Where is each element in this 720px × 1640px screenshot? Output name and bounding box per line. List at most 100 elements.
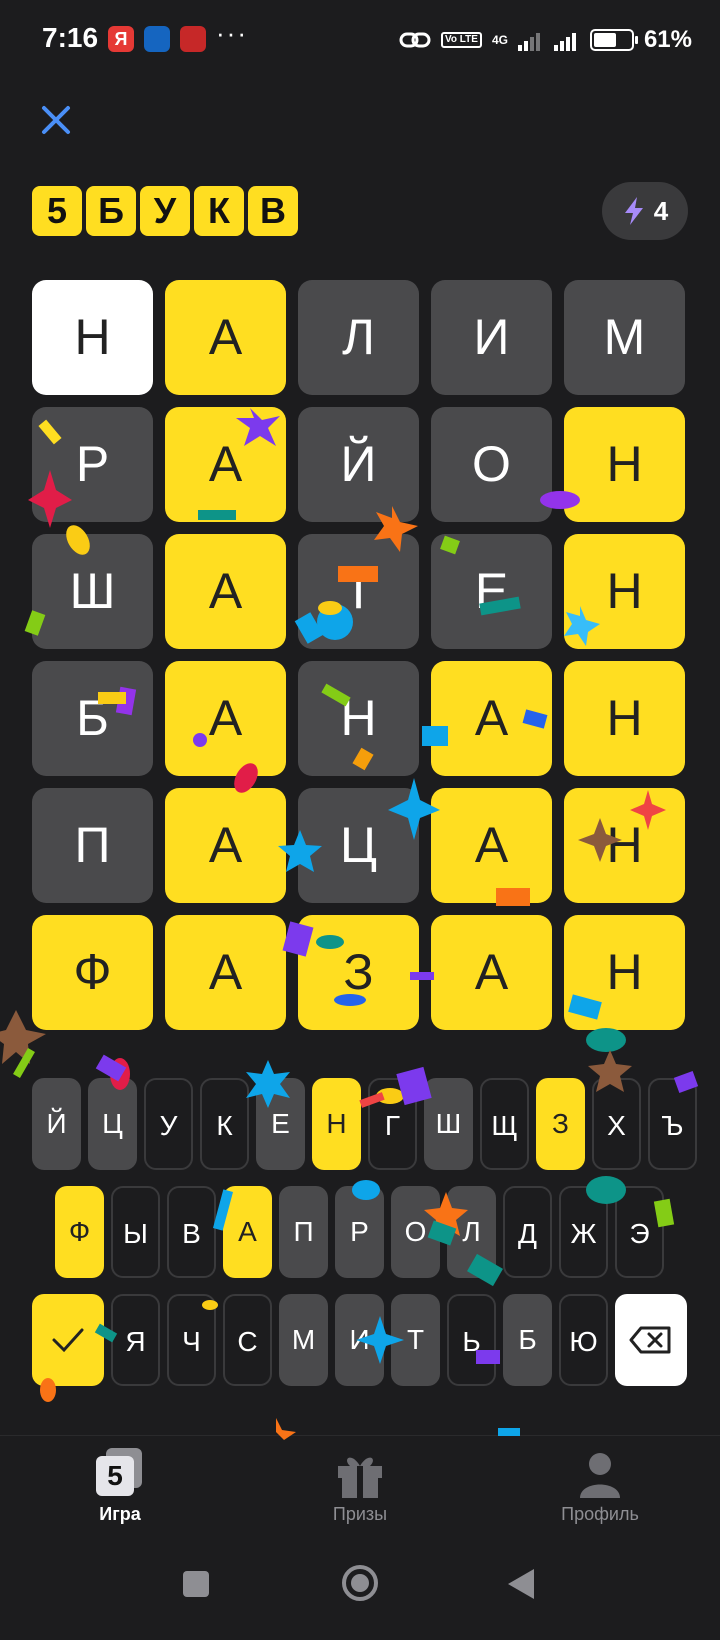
grid-tile: Н [298,661,419,776]
key[interactable]: Н [312,1078,361,1170]
app-notification-icon [144,26,170,52]
grid-tile: А [431,915,552,1030]
key[interactable]: Г [368,1078,417,1170]
grid-tile: Н [564,661,685,776]
grid-tile: О [431,407,552,522]
grid-tile: Н [564,788,685,903]
key[interactable]: Ж [559,1186,608,1278]
key[interactable]: Ъ [648,1078,697,1170]
key[interactable]: Х [592,1078,641,1170]
key[interactable]: О [391,1186,440,1278]
grid-tile: А [165,788,286,903]
logo-letter: У [140,186,190,236]
key[interactable]: Я [111,1294,160,1386]
grid-tile: Й [298,407,419,522]
grid-tile: А [165,407,286,522]
key[interactable]: А [223,1186,272,1278]
grid-tile: Б [32,661,153,776]
key[interactable]: Ц [88,1078,137,1170]
grid-tile: Н [564,915,685,1030]
key[interactable]: Ф [55,1186,104,1278]
network-type: 4G [491,33,508,47]
key[interactable]: Д [503,1186,552,1278]
battery-icon [589,29,638,51]
nav-game[interactable]: 5 Игра [50,1448,190,1525]
logo-letter: В [248,186,298,236]
status-icons: Vo LTE 4G 61% [399,22,692,58]
grid-tile: А [165,534,286,649]
key[interactable]: Ю [559,1294,608,1386]
profile-icon [572,1448,628,1500]
lightning-icon [624,197,643,225]
nav-prizes[interactable]: Призы [290,1448,430,1525]
key[interactable]: К [200,1078,249,1170]
battery-percent: 61% [643,26,692,53]
status-bar: 7:16 Я ··· Vo LTE 4G 61% [0,0,720,80]
back-button[interactable] [506,1567,536,1606]
nav-game-label: Игра [99,1504,141,1524]
guess-grid: НАЛИМРАЙОНШАТЕНБАНАНПАЦАНФАЗАН [32,280,685,1030]
recent-apps-button[interactable] [181,1569,211,1604]
yandex-notification-icon: Я [108,26,134,52]
grid-tile: Т [298,534,419,649]
grid-tile: Ш [32,534,153,649]
more-notifications-icon: ··· [216,18,248,48]
keyboard-row: ЙЦУКЕНГШЩЗХЪ [32,1078,697,1170]
home-button[interactable] [340,1563,380,1608]
key[interactable]: Щ [480,1078,529,1170]
submit-button[interactable] [32,1294,104,1386]
key[interactable]: М [279,1294,328,1386]
system-navigation [0,1545,720,1640]
volte-icon: Vo LTE [440,32,482,48]
logo-letter: К [194,186,244,236]
grid-tile: Н [32,280,153,395]
app-notification-icon [180,26,206,52]
key[interactable]: Ь [447,1294,496,1386]
grid-tile: Е [431,534,552,649]
backspace-button[interactable] [615,1294,687,1386]
hints-count: 4 [653,195,669,226]
battery-level [593,33,616,47]
keyboard-row: ЯЧСМИТЬБЮ [32,1294,687,1386]
grid-tile: А [165,915,286,1030]
link-icon [399,32,431,48]
key[interactable]: И [335,1294,384,1386]
key[interactable]: Б [503,1294,552,1386]
signal-icon [553,29,580,51]
key[interactable]: З [536,1078,585,1170]
keyboard-row: ФЫВАПРОЛДЖЭ [55,1186,664,1278]
checkmark-icon [52,1328,84,1353]
logo-letter: Б [86,186,136,236]
key[interactable]: В [167,1186,216,1278]
grid-tile: А [431,788,552,903]
nav-prizes-label: Призы [332,1504,388,1524]
key[interactable]: Ш [424,1078,473,1170]
grid-tile: П [32,788,153,903]
grid-tile: А [165,280,286,395]
key[interactable]: Ч [167,1294,216,1386]
gift-icon [332,1448,388,1500]
grid-tile: Л [298,280,419,395]
backspace-icon [629,1326,671,1354]
nav-profile[interactable]: Профиль [530,1448,670,1525]
game-icon: 5 [92,1448,148,1500]
grid-tile: А [165,661,286,776]
bottom-nav: 5 Игра Призы Профиль [0,1435,720,1545]
close-icon[interactable] [38,102,74,138]
key[interactable]: С [223,1294,272,1386]
hints-button[interactable]: 4 [602,182,688,240]
key[interactable]: Й [32,1078,81,1170]
key[interactable]: У [144,1078,193,1170]
game-logo: 5 Б У К В [32,186,298,236]
key[interactable]: П [279,1186,328,1278]
key[interactable]: Р [335,1186,384,1278]
grid-tile: З [298,915,419,1030]
key[interactable]: Т [391,1294,440,1386]
key[interactable]: Ы [111,1186,160,1278]
grid-tile: Н [564,534,685,649]
key[interactable]: Л [447,1186,496,1278]
key[interactable]: Э [615,1186,664,1278]
grid-tile: Н [564,407,685,522]
nav-profile-label: Профиль [561,1504,639,1524]
key[interactable]: Е [256,1078,305,1170]
